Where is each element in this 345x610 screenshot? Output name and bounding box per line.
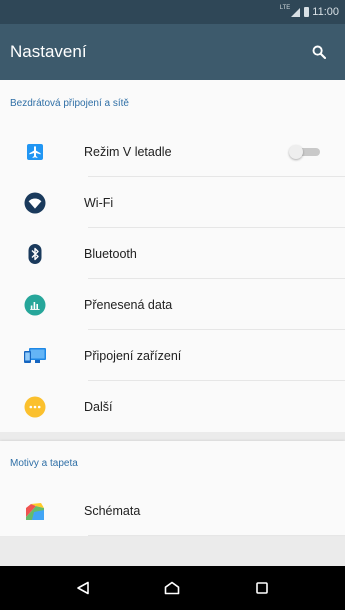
airplane-icon [23,140,47,164]
airplane-mode-toggle[interactable] [289,144,323,159]
data-usage-icon [23,293,47,317]
setting-themes[interactable]: Schémata [0,485,345,536]
setting-label-device-connection: Připojení zařízení [84,348,182,363]
setting-label-airplane-mode: Režim V letadle [84,144,172,159]
setting-label-data-usage: Přenesená data [84,297,173,312]
setting-bluetooth[interactable]: Bluetooth [0,228,345,279]
setting-data-usage[interactable]: Přenesená data [0,279,345,330]
setting-airplane-mode[interactable]: Režim V letadle [0,126,345,177]
navigation-bar [0,566,345,610]
search-icon[interactable] [307,40,331,64]
section-header-themes: Motivy a tapeta [10,457,78,469]
status-bar: LTE 11:00 [0,0,345,24]
section-themes: Motivy a tapeta Schémata [0,441,345,536]
more-icon [23,395,47,419]
setting-label-wifi: Wi-Fi [84,195,114,210]
section-header-wireless: Bezdrátová připojení a sítě [10,97,129,109]
page-title: Nastavení [10,42,87,61]
setting-device-connection[interactable]: Připojení zařízení [0,330,345,381]
bluetooth-icon [23,242,47,266]
setting-wifi[interactable]: Wi-Fi [0,177,345,228]
device-connection-icon [23,344,47,368]
app-bar: Nastavení [0,24,345,80]
setting-more[interactable]: Další [0,381,345,432]
recents-icon[interactable] [247,573,277,603]
setting-label-more: Další [84,399,113,414]
signal-icon [291,7,301,17]
setting-label-themes: Schémata [84,503,141,518]
section-wireless: Bezdrátová připojení a sítě Režim V leta… [0,80,345,432]
status-time: 11:00 [312,6,339,18]
setting-label-bluetooth: Bluetooth [84,246,137,261]
settings-list: Bezdrátová připojení a sítě Režim V leta… [0,80,345,566]
home-icon[interactable] [157,573,187,603]
battery-icon [304,7,310,17]
network-type: LTE [279,5,291,11]
back-icon[interactable] [68,573,98,603]
themes-icon [23,499,47,523]
wifi-icon [23,191,47,215]
